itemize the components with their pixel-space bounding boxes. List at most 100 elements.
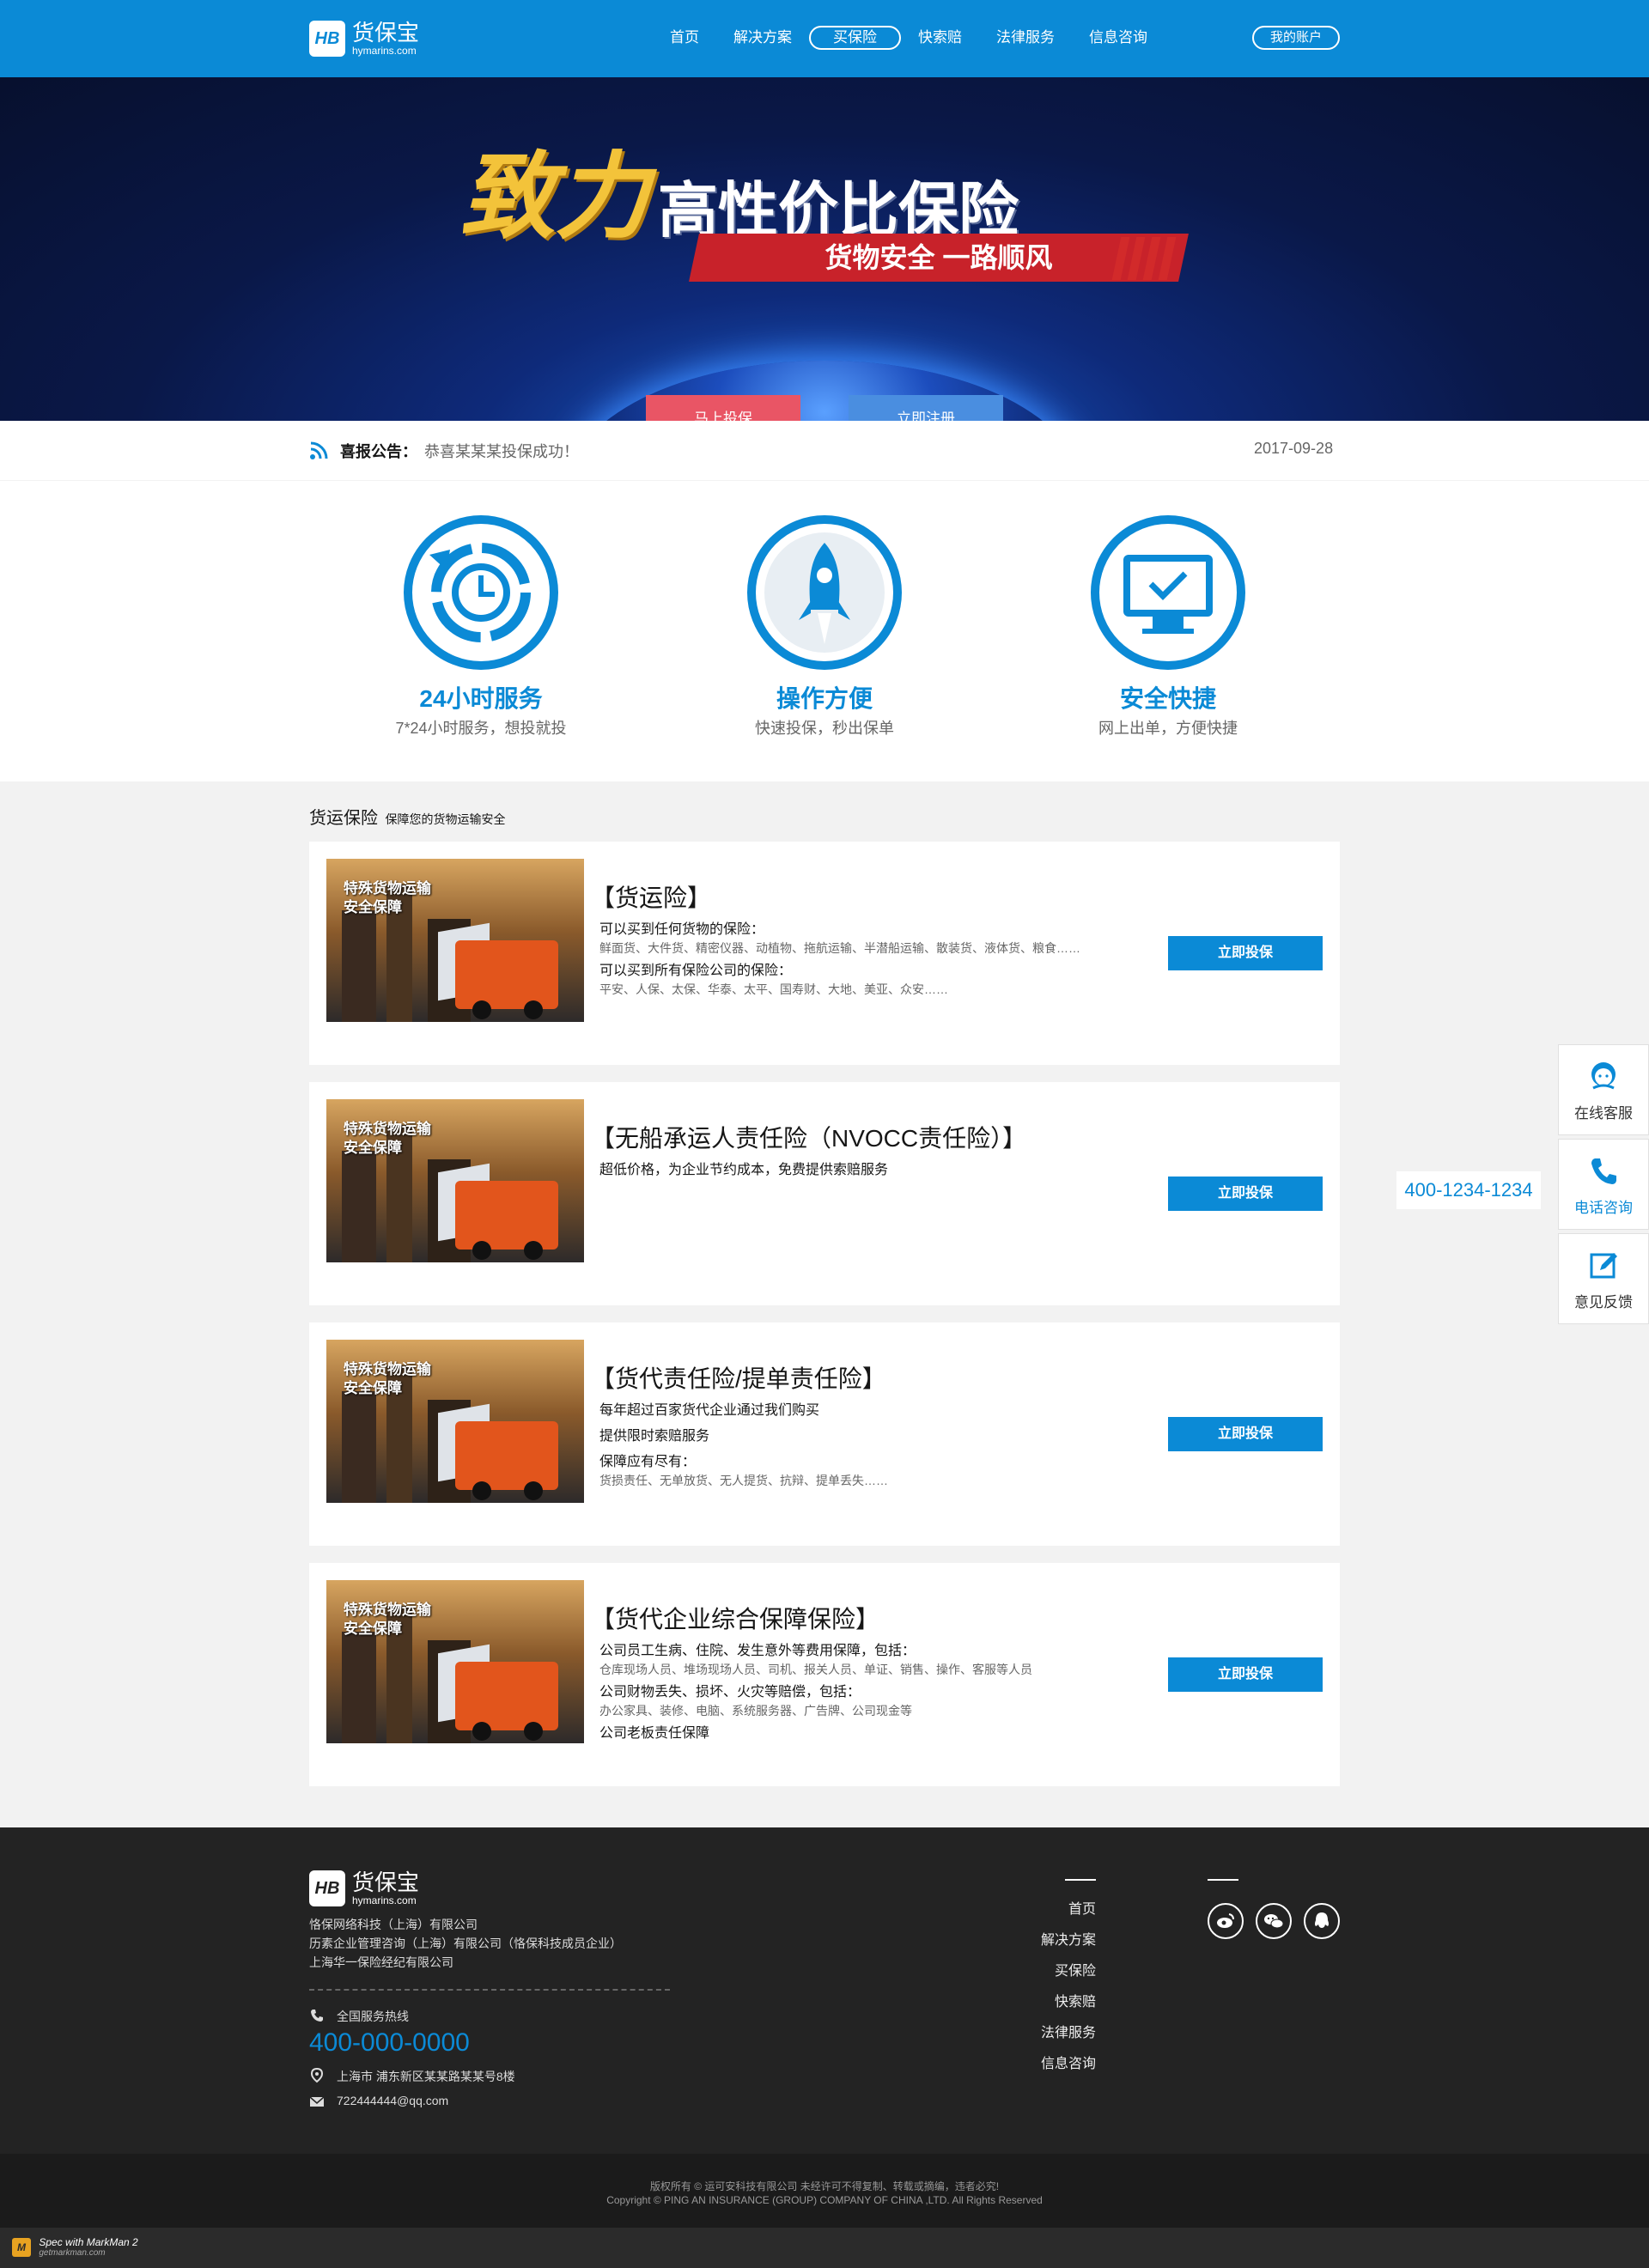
product-card: 特殊货物运输 安全保障 【货代企业综合保障保险】 公司员工生病、住院、发生意外等费… [309, 1563, 1340, 1786]
markman-logo-icon: M [12, 2237, 31, 2257]
buy-now-button[interactable]: 立即投保 [1168, 936, 1323, 970]
rocket-icon [747, 515, 902, 670]
markman-line2: getmarkman.com [39, 2248, 106, 2258]
planet-graphic [567, 361, 1082, 421]
footer-address: 上海市 浦东新区某某路某某号8楼 [337, 2070, 515, 2083]
my-account-button[interactable]: 我的账户 [1252, 26, 1340, 50]
hero-banner: 致力 高性价比保险 货物安全 一路顺风 马上投保 立即注册 [0, 77, 1649, 421]
product-card: 特殊货物运输 安全保障 【无船承运人责任险（NVOCC责任险）】 超低价格，为企业… [309, 1082, 1340, 1305]
nav-home[interactable]: 首页 [653, 26, 716, 50]
top-header: HB 货保宝 hymarins.com 首页 解决方案 买保险 快索赔 法律服务… [0, 0, 1649, 77]
card-subline: 鲜面货、大件货、精密仪器、动植物、拖航运输、半潜船运输、散装货、液体货、粮食…… [599, 941, 1080, 955]
section-subtitle: 保障您的货物运输安全 [385, 812, 506, 826]
card-body: 每年超过百家货代企业通过我们购买 提供限时索赔服务 保障应有尽有： 货损责任、无… [599, 1402, 1149, 1494]
footer-nav-claims[interactable]: 快索赔 [988, 1987, 1096, 2018]
footer-logo-cn: 货保宝 [352, 1870, 420, 1895]
image-caption-2: 安全保障 [344, 1140, 402, 1156]
rss-icon [310, 441, 328, 459]
buy-now-button[interactable]: 立即投保 [1168, 1177, 1323, 1211]
footer-nav-solutions[interactable]: 解决方案 [988, 1925, 1096, 1956]
phone-number-popup: 400-1234-1234 [1396, 1171, 1541, 1209]
card-subline: 平安、人保、太保、华泰、太平、国寿财、大地、美亚、众安…… [599, 982, 948, 996]
card-line: 提供限时索赔服务 [599, 1429, 710, 1444]
nav-solutions[interactable]: 解决方案 [716, 26, 809, 50]
company-line: 历素企业管理咨询（上海）有限公司（恪保科技成员企业） [309, 1937, 622, 1950]
nav-info[interactable]: 信息咨询 [1072, 26, 1165, 50]
weibo-icon[interactable] [1208, 1903, 1244, 1939]
buy-now-button[interactable]: 立即投保 [1168, 1417, 1323, 1451]
online-service-button[interactable]: 在线客服 [1558, 1044, 1649, 1135]
card-body: 公司员工生病、住院、发生意外等费用保障，包括： 仓库现场人员、堆场现场人员、司机… [599, 1642, 1149, 1743]
card-line: 公司财物丢失、损坏、火灾等赔偿，包括： [599, 1685, 861, 1699]
notice-text[interactable]: 恭喜某某某投保成功！ [424, 440, 579, 462]
qq-icon[interactable] [1304, 1903, 1340, 1939]
insure-now-button[interactable]: 马上投保 [646, 395, 800, 421]
header-logo[interactable]: HB 货保宝 hymarins.com [309, 21, 419, 57]
footer-email[interactable]: 722444444@qq.com [337, 2094, 448, 2107]
main-nav: 首页 解决方案 买保险 快索赔 法律服务 信息咨询 [653, 26, 1165, 50]
phone-icon [311, 2010, 323, 2022]
card-subline: 办公家具、装修、电脑、系统服务器、广告牌、公司现金等 [599, 1704, 912, 1718]
feature-24h: 24小时服务 7*24小时服务，想投就投 [378, 515, 584, 739]
section-header: 货运保险 保障您的货物运输安全 [309, 804, 505, 829]
card-line: 可以买到任何货物的保险： [599, 922, 765, 937]
hotline-number: 400-000-0000 [309, 2028, 470, 2057]
page: HB 货保宝 hymarins.com 首页 解决方案 买保险 快索赔 法律服务… [0, 0, 1649, 2268]
markman-line1: Spec with MarkMan 2 [39, 2236, 138, 2248]
side-widget: 在线客服 电话咨询 意见反馈 [1558, 1044, 1649, 1328]
logo-hb-icon: HB [309, 1870, 345, 1906]
phone-consult-button[interactable]: 电话咨询 [1558, 1139, 1649, 1230]
register-now-button[interactable]: 立即注册 [849, 395, 1003, 421]
logo-cn-text: 货保宝 [352, 20, 420, 46]
image-caption-2: 安全保障 [344, 899, 402, 915]
copyright-bar: 版权所有 © 运可安科技有限公司 未经许可不得复制、转载或摘编，违者必究! Co… [0, 2154, 1649, 2228]
card-line: 超低价格，为企业节约成本，免费提供索赔服务 [599, 1163, 889, 1177]
card-line: 保障应有尽有： [599, 1455, 697, 1469]
footer-social [1208, 1879, 1340, 1939]
copyright-cn: 版权所有 © 运可安科技有限公司 未经许可不得复制、转载或摘编，违者必究! [649, 2180, 1000, 2192]
feature-desc: 快速投保，秒出保单 [755, 720, 894, 737]
copyright-en: Copyright © PING AN INSURANCE (GROUP) CO… [606, 2194, 1043, 2206]
card-title: 【货代企业综合保障保险】 [591, 1606, 880, 1633]
location-icon [310, 2068, 324, 2083]
image-caption-1: 特殊货物运输 [344, 1602, 431, 1618]
footer-nav-legal[interactable]: 法律服务 [988, 2018, 1096, 2049]
feedback-button[interactable]: 意见反馈 [1558, 1233, 1649, 1324]
banner-title-big: 致力 [460, 144, 649, 250]
company-line: 上海华一保险经纪有限公司 [309, 1955, 453, 1969]
edit-icon [1590, 1253, 1617, 1279]
footer-nav-home[interactable]: 首页 [988, 1894, 1096, 1925]
card-line: 每年超过百家货代企业通过我们购买 [599, 1403, 820, 1418]
card-subline: 货损责任、无单放货、无人提货、抗辩、提单丢失…… [599, 1474, 888, 1487]
card-body: 超低价格，为企业节约成本，免费提供索赔服务 [599, 1161, 1149, 1180]
feature-desc: 网上出单，方便快捷 [1098, 720, 1238, 737]
banner-subtitle: 货物安全 一路顺风 [824, 242, 1053, 273]
hotline-label: 全国服务热线 [337, 2010, 409, 2023]
customer-service-icon [1591, 1062, 1616, 1090]
feature-easy: 操作方便 快速投保，秒出保单 [721, 515, 928, 739]
footer-nav-info[interactable]: 信息咨询 [988, 2049, 1096, 2080]
image-caption-2: 安全保障 [344, 1380, 402, 1396]
buy-now-button[interactable]: 立即投保 [1168, 1657, 1323, 1692]
wechat-icon[interactable] [1256, 1903, 1292, 1939]
notice-label: 喜报公告： [340, 443, 417, 460]
footer-nav-buy[interactable]: 买保险 [988, 1956, 1096, 1987]
phone-consult-label: 电话咨询 [1574, 1200, 1633, 1216]
feature-safe: 安全快捷 网上出单，方便快捷 [1065, 515, 1271, 739]
image-caption-2: 安全保障 [344, 1620, 402, 1637]
footer-logo[interactable]: HB 货保宝 hymarins.com [309, 1870, 419, 1906]
feature-title: 操作方便 [776, 685, 873, 712]
logo-en-text: hymarins.com [352, 45, 417, 57]
footer-nav: 首页 解决方案 买保险 快索赔 法律服务 信息咨询 [988, 1879, 1096, 2080]
notice-bar: 喜报公告： 恭喜某某某投保成功！ 2017-09-28 [0, 421, 1649, 481]
image-caption-1: 特殊货物运输 [344, 1361, 431, 1377]
nav-legal[interactable]: 法律服务 [979, 26, 1072, 50]
truck-image: 特殊货物运输 安全保障 [326, 1340, 584, 1503]
logo-hb-icon: HB [309, 21, 345, 57]
nav-buy-insurance[interactable]: 买保险 [809, 26, 901, 50]
clock-refresh-icon [404, 515, 558, 670]
image-caption-1: 特殊货物运输 [344, 1121, 431, 1137]
product-card: 特殊货物运输 安全保障 【货运险】 可以买到任何货物的保险： 鲜面货、大件货、精密… [309, 842, 1340, 1065]
nav-claims[interactable]: 快索赔 [901, 26, 979, 50]
card-title: 【无船承运人责任险（NVOCC责任险）】 [591, 1125, 1027, 1152]
